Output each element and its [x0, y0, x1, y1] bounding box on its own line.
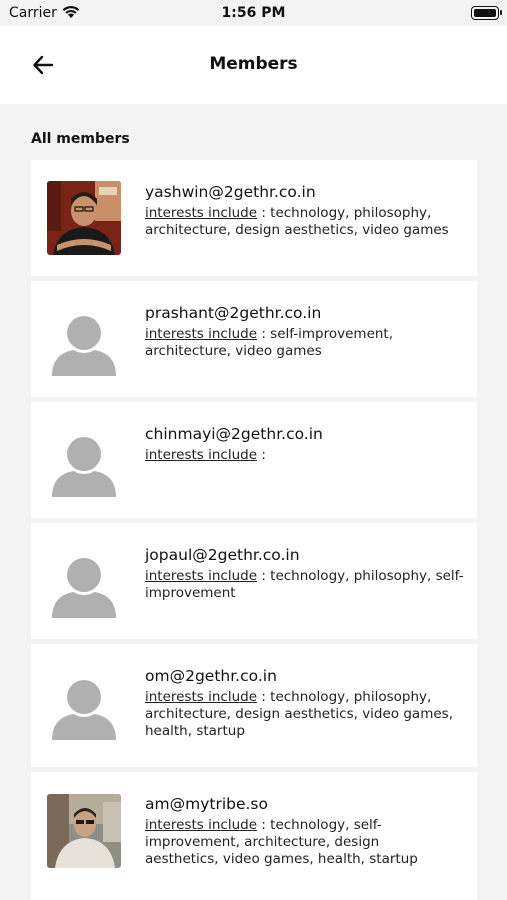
default-avatar-icon — [47, 544, 121, 618]
member-card[interactable]: chinmayi@2gethr.co.in interests include … — [31, 402, 477, 518]
battery-icon — [471, 6, 502, 20]
member-email: jopaul@2gethr.co.in — [145, 546, 300, 564]
status-time: 1:56 PM — [221, 5, 286, 21]
interests-label[interactable]: interests include — [145, 689, 257, 705]
member-email: chinmayi@2gethr.co.in — [145, 425, 323, 443]
avatar — [47, 794, 121, 868]
page-title: Members — [209, 54, 298, 74]
header: Members — [0, 26, 507, 104]
member-email: prashant@2gethr.co.in — [145, 304, 322, 322]
member-card[interactable]: am@mytribe.so interests include : techno… — [31, 772, 477, 900]
member-interests: interests include : technology, philosop… — [145, 568, 469, 602]
member-email: am@mytribe.so — [145, 795, 268, 813]
member-card[interactable]: om@2gethr.co.in interests include : tech… — [31, 644, 477, 767]
interests-label[interactable]: interests include — [145, 205, 257, 221]
interests-values: : — [257, 447, 266, 463]
member-card[interactable]: yashwin@2gethr.co.in interests include :… — [31, 160, 477, 276]
member-card[interactable]: jopaul@2gethr.co.in interests include : … — [31, 523, 477, 639]
member-interests: interests include : technology, philosop… — [145, 689, 469, 740]
default-avatar-icon — [47, 423, 121, 497]
interests-label[interactable]: interests include — [145, 568, 257, 584]
member-interests: interests include : technology, self-imp… — [145, 817, 445, 868]
member-email: yashwin@2gethr.co.in — [145, 183, 316, 201]
section-title: All members — [31, 131, 130, 147]
member-card[interactable]: prashant@2gethr.co.in interests include … — [31, 281, 477, 397]
status-bar: Carrier 1:56 PM — [0, 0, 507, 26]
member-interests: interests include : — [145, 447, 469, 464]
interests-label[interactable]: interests include — [145, 447, 257, 463]
avatar — [47, 181, 121, 255]
member-email: om@2gethr.co.in — [145, 667, 277, 685]
default-avatar-icon — [47, 666, 121, 740]
interests-label[interactable]: interests include — [145, 326, 257, 342]
member-interests: interests include : self-improvement, ar… — [145, 326, 469, 360]
member-interests: interests include : technology, philosop… — [145, 205, 469, 239]
default-avatar-icon — [47, 302, 121, 376]
interests-label[interactable]: interests include — [145, 817, 257, 833]
